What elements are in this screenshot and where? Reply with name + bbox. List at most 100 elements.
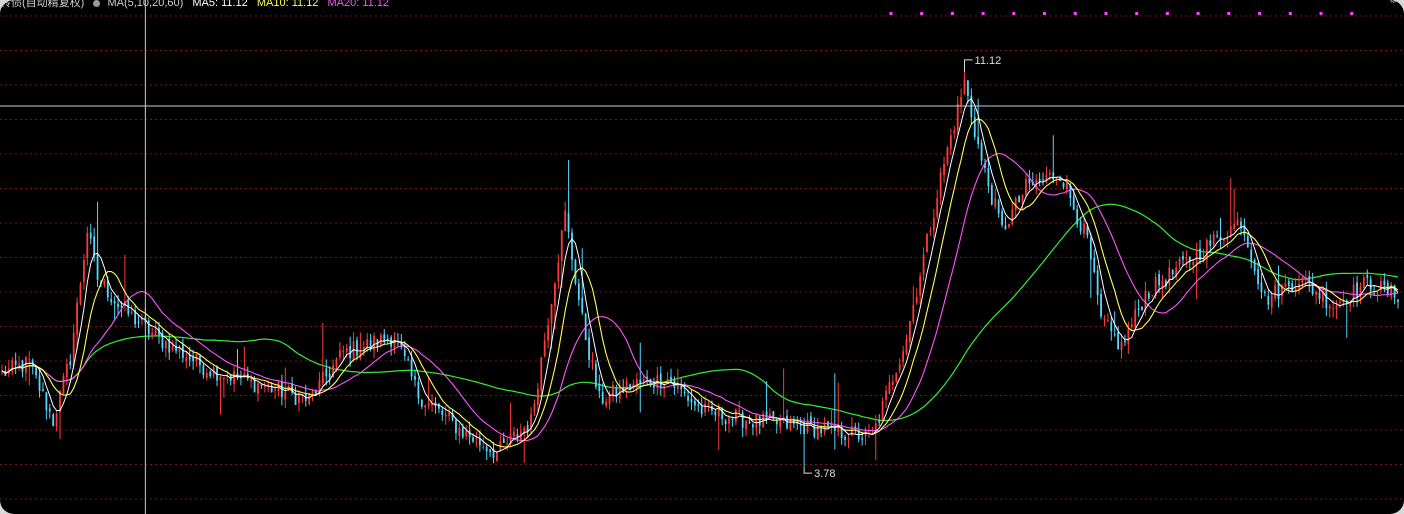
- candle-body: [1171, 270, 1174, 275]
- candle-body: [977, 136, 980, 145]
- candle-body: [1397, 299, 1399, 302]
- candle-body: [1339, 301, 1341, 303]
- candle-body: [424, 405, 427, 408]
- candle-body: [1328, 306, 1331, 309]
- candle-body: [260, 384, 263, 387]
- candle-body: [1117, 332, 1120, 350]
- candle-body: [1376, 292, 1379, 294]
- candle-body: [987, 167, 990, 187]
- signal-marker: [1258, 12, 1262, 15]
- candle-body: [1110, 321, 1113, 332]
- candle-body: [1151, 295, 1154, 297]
- candle-body: [1260, 282, 1263, 293]
- candle-body: [383, 333, 386, 342]
- candle-body: [192, 357, 195, 362]
- candle-body: [513, 431, 515, 437]
- candle-body: [1287, 281, 1290, 287]
- candle-body: [745, 421, 747, 429]
- candle-body: [62, 376, 65, 394]
- candle-body: [1301, 277, 1304, 284]
- candle-body: [707, 404, 710, 406]
- min-price-label: 3.78: [814, 468, 835, 480]
- candle-body: [1335, 304, 1338, 310]
- candle-body: [670, 376, 672, 383]
- candle-body: [335, 358, 338, 367]
- candle-body: [594, 363, 597, 387]
- candle-body: [738, 409, 741, 412]
- candle-body: [676, 384, 679, 390]
- candle-body: [455, 420, 457, 433]
- candle-body: [844, 436, 846, 440]
- candle-body: [69, 361, 72, 365]
- candle-body: [574, 259, 577, 284]
- candle-body: [929, 231, 932, 233]
- candle-body: [257, 383, 259, 395]
- candle-body: [52, 414, 55, 427]
- candle-body: [1001, 211, 1003, 225]
- candle-body: [298, 394, 300, 403]
- signal-marker: [1319, 12, 1323, 15]
- signal-marker: [1135, 12, 1139, 15]
- candle-body: [936, 198, 939, 217]
- candle-body: [147, 320, 150, 335]
- candle-body: [369, 339, 372, 348]
- ma20-line: [1, 152, 1399, 442]
- candle-body: [465, 430, 468, 437]
- signal-marker: [981, 12, 985, 15]
- max-price-pointer: [964, 59, 973, 72]
- candle-body: [683, 391, 686, 394]
- candle-body: [181, 344, 184, 358]
- candle-body: [1229, 226, 1232, 237]
- candle-body: [874, 423, 877, 432]
- candle-body: [472, 437, 474, 442]
- candle-body: [185, 357, 188, 361]
- candle-body: [912, 304, 915, 322]
- candle-body: [891, 381, 894, 385]
- candle-body: [704, 403, 707, 413]
- candle-body: [926, 233, 928, 253]
- candle-body: [1147, 293, 1150, 299]
- candle-body: [1192, 262, 1195, 265]
- candle-body: [1267, 295, 1270, 305]
- candle-body: [414, 376, 416, 380]
- candle-body: [328, 373, 331, 378]
- candle-body: [1168, 267, 1171, 285]
- candle-body: [106, 280, 109, 298]
- candle-body: [881, 400, 884, 420]
- candle-body: [823, 423, 826, 432]
- candle-body: [1325, 290, 1328, 309]
- candle-body: [994, 198, 997, 207]
- signal-marker: [1350, 12, 1354, 15]
- candle-body: [45, 392, 48, 411]
- candle-body: [1383, 280, 1386, 285]
- candle-body: [1141, 306, 1143, 311]
- candle-body: [1004, 225, 1007, 230]
- candle-body: [1007, 224, 1010, 227]
- candle-body: [949, 135, 952, 149]
- candle-body: [35, 366, 38, 376]
- candle-body: [1226, 238, 1229, 241]
- candle-body: [250, 378, 253, 382]
- candle-body: [342, 351, 345, 353]
- candle-body: [18, 363, 20, 366]
- candle-body: [28, 359, 31, 361]
- candle-body: [117, 303, 119, 307]
- candle-body: [55, 413, 58, 427]
- candle-body: [601, 392, 604, 404]
- candle-body: [1274, 285, 1277, 298]
- candlestick-chart[interactable]: 11.12 3.78: [0, 0, 1404, 514]
- candle-body: [997, 200, 1000, 214]
- candle-body: [758, 416, 761, 426]
- ma10-line: [1, 118, 1399, 448]
- candle-body: [581, 297, 584, 313]
- candle-body: [861, 438, 864, 440]
- candle-body: [489, 449, 491, 452]
- candle-body: [485, 446, 488, 452]
- candle-body: [209, 371, 212, 377]
- candle-body: [642, 378, 645, 382]
- candle-body: [502, 438, 505, 443]
- candle-body: [1356, 282, 1358, 298]
- candle-body: [567, 212, 570, 233]
- candle-body: [1216, 235, 1219, 237]
- candle-body: [765, 411, 768, 419]
